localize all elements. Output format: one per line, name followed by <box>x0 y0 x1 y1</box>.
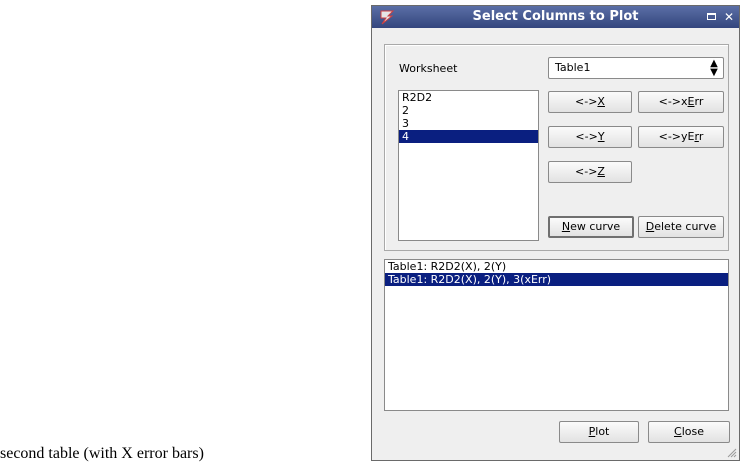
window-title: Select Columns to Plot <box>472 9 639 24</box>
plot-button[interactable]: Plot <box>559 421 639 443</box>
maximize-icon[interactable] <box>705 10 719 24</box>
worksheet-select[interactable]: Table1 ▲ ▼ <box>548 57 724 79</box>
close-button[interactable]: Close <box>648 421 730 443</box>
figure-caption: second table (with X error bars) <box>0 445 204 462</box>
worksheet-label: Worksheet <box>399 62 458 75</box>
set-y-button[interactable]: <->Y <box>548 126 632 148</box>
resize-grip-icon[interactable] <box>727 448 737 458</box>
column-list-item[interactable]: 4 <box>399 130 538 143</box>
worksheet-value: Table1 <box>555 61 591 74</box>
title-bar[interactable]: Select Columns to Plot ✕ <box>372 6 739 28</box>
set-xerr-button[interactable]: <->xErr <box>638 91 724 113</box>
close-icon[interactable]: ✕ <box>722 10 736 24</box>
set-x-button[interactable]: <->X <box>548 91 632 113</box>
delete-curve-button[interactable]: Delete curve <box>638 216 724 238</box>
set-z-button[interactable]: <->Z <box>548 161 632 183</box>
new-curve-button[interactable]: New curve <box>548 216 634 238</box>
column-list-item[interactable]: R2D2 <box>399 91 538 104</box>
columns-list[interactable]: R2D2 2 3 4 <box>398 90 539 241</box>
curve-list-item[interactable]: Table1: R2D2(X), 2(Y) <box>385 260 728 273</box>
select-columns-dialog: Select Columns to Plot ✕ Worksheet Table… <box>371 5 740 461</box>
updown-arrows-icon: ▲ ▼ <box>710 58 718 78</box>
curves-list[interactable]: Table1: R2D2(X), 2(Y) Table1: R2D2(X), 2(… <box>384 259 729 411</box>
curve-list-item[interactable]: Table1: R2D2(X), 2(Y), 3(xErr) <box>385 273 728 286</box>
column-list-item[interactable]: 3 <box>399 117 538 130</box>
column-list-item[interactable]: 2 <box>399 104 538 117</box>
set-yerr-button[interactable]: <->yErr <box>638 126 724 148</box>
